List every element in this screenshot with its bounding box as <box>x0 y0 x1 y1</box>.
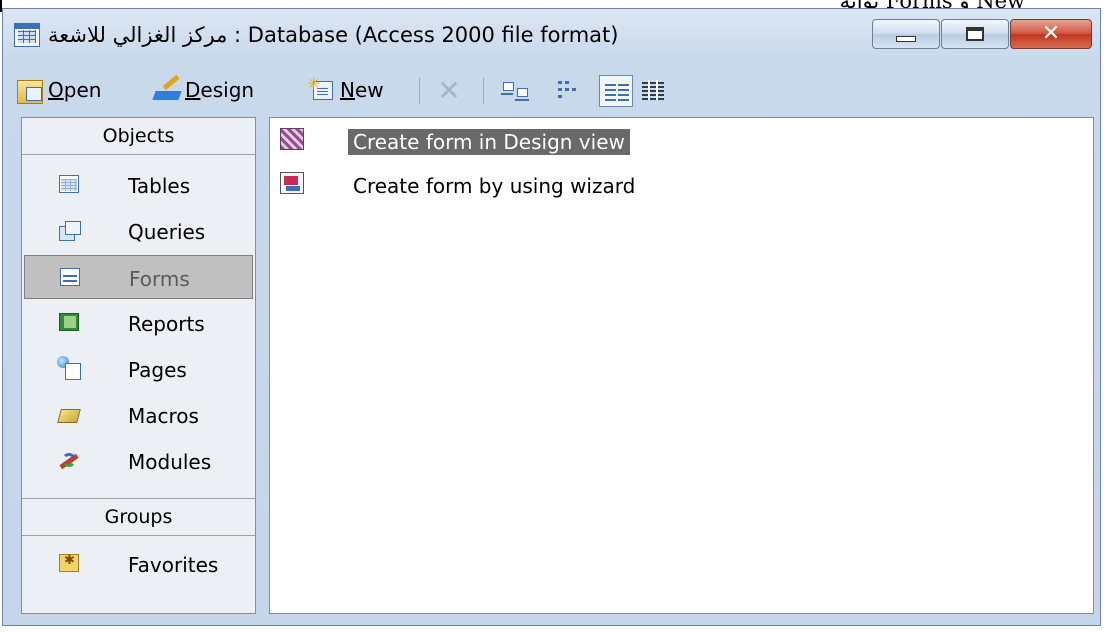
module-icon <box>59 451 79 469</box>
object-label: Forms <box>129 267 190 291</box>
minimize-icon <box>896 36 916 42</box>
database-window: مركز الغزالي للاشعة : Database (Access 2… <box>2 8 1101 626</box>
object-tables[interactable]: Tables <box>22 163 255 207</box>
new-icon: ✳ <box>307 74 335 102</box>
maximize-icon <box>966 27 984 41</box>
design-hotkey: D <box>185 78 201 102</box>
open-button[interactable]: Open <box>17 74 101 106</box>
object-label: Modules <box>128 450 212 474</box>
toolbar: Open Design ✳ New ✕ <box>3 68 1100 112</box>
title-bar[interactable]: مركز الغزالي للاشعة : Database (Access 2… <box>3 9 1100 65</box>
open-label: pen <box>63 78 102 102</box>
object-label: Macros <box>128 404 199 428</box>
list-view-button[interactable] <box>599 75 633 107</box>
object-label: Tables <box>128 174 191 198</box>
toolbar-divider <box>483 78 484 104</box>
object-forms[interactable]: Forms <box>24 255 253 299</box>
object-label: Pages <box>128 358 187 382</box>
open-hotkey: O <box>48 78 64 102</box>
large-icons-view-button[interactable] <box>501 78 535 104</box>
database-icon <box>14 23 40 47</box>
query-icon <box>59 221 81 241</box>
object-queries[interactable]: Queries <box>22 209 255 253</box>
list-item[interactable]: Create form in Design view <box>278 126 978 158</box>
object-modules[interactable]: Modules <box>22 439 255 483</box>
object-label: Reports <box>128 312 205 336</box>
object-macros[interactable]: Macros <box>22 393 255 437</box>
groups-header[interactable]: Groups <box>22 498 255 536</box>
close-button[interactable]: ✕ <box>1010 19 1092 49</box>
favorites-icon <box>59 553 79 572</box>
object-reports[interactable]: Reports <box>22 301 255 345</box>
details-view-button[interactable] <box>640 78 668 104</box>
objects-bar: Objects Tables Queries Forms Reports Pag… <box>21 117 256 614</box>
object-label: Queries <box>128 220 206 244</box>
list-item-label: Create form in Design view <box>348 129 630 155</box>
delete-button[interactable]: ✕ <box>435 77 463 106</box>
report-icon <box>59 313 79 331</box>
new-hotkey: N <box>340 78 355 102</box>
table-icon <box>59 175 79 193</box>
maximize-button[interactable] <box>941 19 1009 49</box>
forms-list: Create form in Design view Create form b… <box>269 117 1094 614</box>
design-label: esign <box>200 78 255 102</box>
group-label: Favorites <box>128 553 219 577</box>
small-icons-view-button[interactable] <box>556 78 584 104</box>
new-label: ew <box>354 78 384 102</box>
group-favorites[interactable]: Favorites <box>22 542 255 586</box>
wizard-icon <box>280 172 304 194</box>
close-icon: ✕ <box>1041 21 1061 46</box>
minimize-button[interactable] <box>872 19 940 49</box>
object-pages[interactable]: Pages <box>22 347 255 391</box>
design-icon <box>152 74 182 102</box>
list-item-label: Create form by using wizard <box>353 174 636 198</box>
list-item[interactable]: Create form by using wizard <box>278 170 978 202</box>
open-icon <box>17 80 43 104</box>
window-title: مركز الغزالي للاشعة : Database (Access 2… <box>48 23 619 47</box>
toolbar-divider <box>419 78 420 104</box>
design-view-icon <box>280 128 304 150</box>
page-icon <box>57 356 81 380</box>
macro-icon <box>57 409 81 423</box>
objects-header[interactable]: Objects <box>22 118 255 155</box>
form-icon <box>60 268 80 286</box>
new-button[interactable]: ✳ New <box>307 74 384 106</box>
design-button[interactable]: Design <box>152 74 255 106</box>
